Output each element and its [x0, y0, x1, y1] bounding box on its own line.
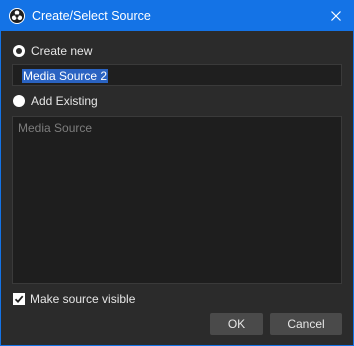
ok-button[interactable]: OK	[210, 313, 263, 335]
add-existing-radio[interactable]	[13, 95, 25, 107]
cancel-button[interactable]: Cancel	[270, 313, 342, 335]
source-name-input[interactable]: Media Source 2	[12, 64, 342, 86]
existing-sources-list[interactable]: Media Source	[12, 116, 342, 284]
checkmark-icon	[14, 295, 24, 304]
create-new-radio[interactable]	[13, 45, 25, 57]
add-existing-label: Add Existing	[31, 94, 98, 108]
window-title: Create/Select Source	[32, 9, 151, 23]
close-icon	[331, 11, 341, 21]
obs-logo-icon	[9, 8, 25, 24]
source-name-value: Media Source 2	[22, 69, 109, 83]
close-button[interactable]	[319, 1, 353, 31]
create-new-label: Create new	[31, 44, 93, 58]
title-bar: Create/Select Source	[1, 1, 353, 31]
make-visible-checkbox[interactable]	[13, 293, 25, 305]
list-item[interactable]: Media Source	[18, 121, 92, 135]
create-select-source-dialog: Create/Select Source Create new Media So…	[1, 1, 353, 345]
make-visible-label: Make source visible	[30, 292, 136, 306]
